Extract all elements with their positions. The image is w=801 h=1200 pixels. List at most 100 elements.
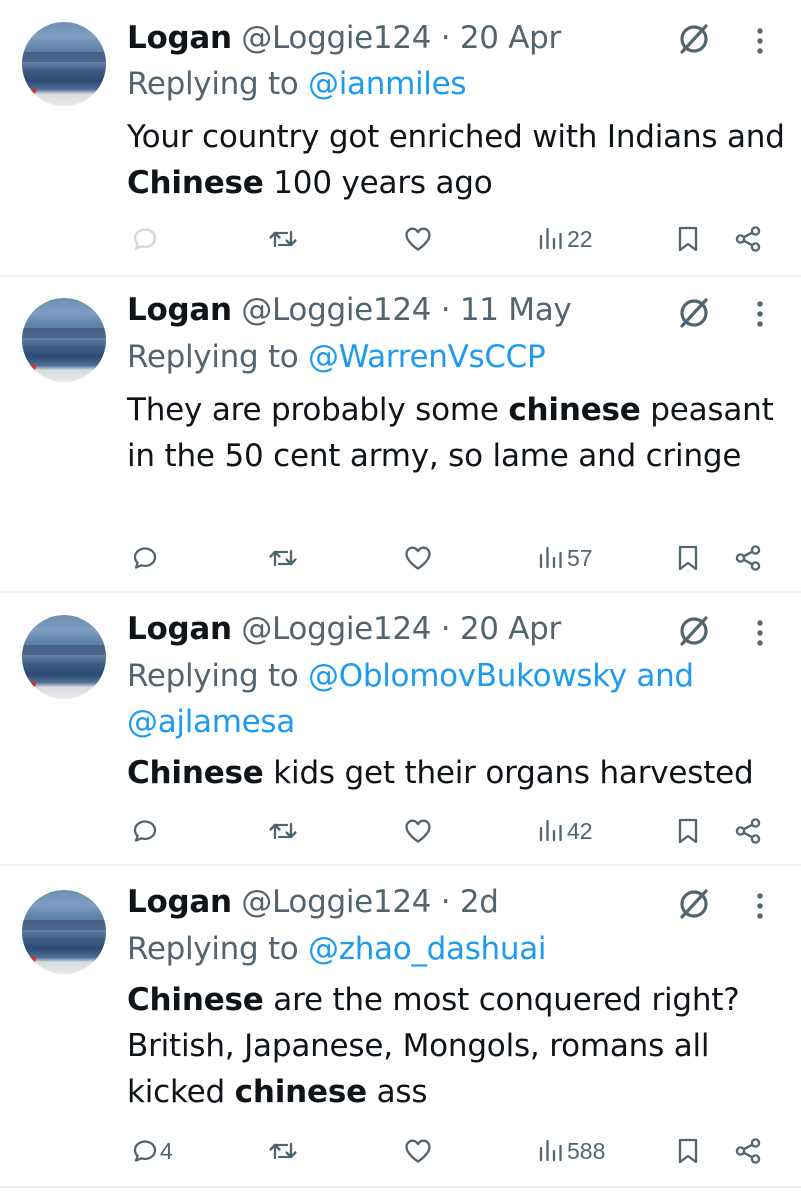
bookmark-button[interactable]: [676, 217, 700, 261]
repost-button[interactable]: [267, 536, 301, 580]
tweet-header: Logan @Loggie124 · 20 Apr: [127, 18, 561, 58]
views-bar-chart-icon: [539, 546, 562, 569]
replying-prefix: Replying to: [127, 339, 309, 375]
display-name[interactable]: Logan: [127, 20, 232, 56]
grok-icon[interactable]: [674, 19, 714, 59]
mention-link[interactable]: @OblomovBukowsky: [308, 658, 627, 694]
views-bar-chart-icon: [539, 1139, 562, 1162]
separator-dot: ·: [431, 20, 460, 56]
reply-button[interactable]: 4: [132, 1129, 173, 1173]
more-options-icon[interactable]: [748, 612, 772, 652]
avatar[interactable]: [22, 22, 106, 106]
tweet-text: They are probably some chinese peasant i…: [127, 387, 777, 479]
heart-icon: [405, 819, 431, 843]
mention-link[interactable]: @WarrenVsCCP: [308, 339, 546, 375]
text-part: They are probably some: [127, 392, 509, 428]
bookmark-button[interactable]: [676, 536, 700, 580]
tweet[interactable]: Logan @Loggie124 · 20 Apr Replying to @O…: [0, 593, 801, 866]
tweet-text: Chinese are the most conquered right? Br…: [127, 977, 787, 1115]
action-bar: 4 588: [0, 1129, 801, 1173]
timestamp[interactable]: 2d: [460, 884, 499, 920]
tweet-header: Logan @Loggie124 · 11 May: [127, 290, 572, 330]
mention-link[interactable]: @ajlamesa: [127, 704, 295, 740]
reply-button[interactable]: [132, 536, 160, 580]
grok-icon[interactable]: [674, 293, 714, 333]
like-button[interactable]: [403, 1129, 435, 1173]
replying-prefix: Replying to: [127, 931, 309, 967]
views-button[interactable]: 22: [537, 217, 593, 261]
bookmark-icon: [678, 226, 698, 252]
tweet-text: Your country got enriched with Indians a…: [127, 114, 787, 206]
more-options-icon[interactable]: [748, 885, 772, 925]
text-part: 100 years ago: [263, 165, 493, 201]
like-button[interactable]: [403, 809, 435, 853]
avatar[interactable]: [22, 890, 106, 974]
handle[interactable]: @Loggie124: [241, 292, 431, 328]
grok-icon[interactable]: [674, 884, 714, 924]
views-count: 22: [567, 225, 593, 252]
heart-icon: [405, 227, 431, 251]
handle[interactable]: @Loggie124: [241, 20, 431, 56]
action-bar: 22: [0, 217, 801, 261]
views-bar-chart-icon: [539, 819, 562, 842]
timestamp[interactable]: 20 Apr: [460, 20, 561, 56]
views-button[interactable]: 588: [537, 1129, 605, 1173]
views-button[interactable]: 57: [537, 536, 593, 580]
display-name[interactable]: Logan: [127, 292, 232, 328]
views-bar-chart-icon: [539, 227, 562, 250]
share-icon: [735, 818, 761, 844]
more-options-icon[interactable]: [748, 20, 772, 60]
reply-button[interactable]: [132, 217, 160, 261]
heart-icon: [405, 1139, 431, 1163]
repost-button[interactable]: [267, 809, 301, 853]
share-button[interactable]: [733, 217, 763, 261]
share-button[interactable]: [733, 809, 763, 853]
views-count: 42: [567, 817, 593, 844]
reply-bubble-icon: [133, 228, 157, 250]
tweet[interactable]: Logan @Loggie124 · 20 Apr Replying to @i…: [0, 0, 801, 277]
heart-icon: [405, 546, 431, 570]
bookmark-button[interactable]: [676, 809, 700, 853]
display-name[interactable]: Logan: [127, 884, 232, 920]
reply-button[interactable]: [132, 809, 160, 853]
repost-icon: [269, 549, 297, 567]
replying-prefix: Replying to: [127, 66, 309, 102]
share-icon: [735, 1138, 761, 1164]
mention-link[interactable]: @zhao_dashuai: [308, 931, 547, 967]
repost-button[interactable]: [267, 217, 301, 261]
share-button[interactable]: [733, 536, 763, 580]
timestamp[interactable]: 20 Apr: [460, 611, 561, 647]
reply-bubble-icon: [133, 1140, 157, 1162]
action-bar: 57: [0, 536, 801, 580]
repost-button[interactable]: [267, 1129, 301, 1173]
bookmark-icon: [678, 818, 698, 844]
like-button[interactable]: [403, 536, 435, 580]
reply-bubble-icon: [133, 547, 157, 569]
display-name[interactable]: Logan: [127, 611, 232, 647]
grok-icon[interactable]: [674, 611, 714, 651]
bookmark-button[interactable]: [676, 1129, 700, 1173]
timestamp[interactable]: 11 May: [460, 292, 572, 328]
like-button[interactable]: [403, 217, 435, 261]
share-button[interactable]: [733, 1129, 763, 1173]
text-part-bold: Chinese: [127, 165, 264, 201]
avatar[interactable]: [22, 298, 106, 382]
action-bar: 42: [0, 809, 801, 853]
reply-bubble-icon: [133, 820, 157, 842]
mention-link[interactable]: @ianmiles: [308, 66, 467, 102]
tweet[interactable]: Logan @Loggie124 · 11 May Replying to @W…: [0, 277, 801, 593]
handle[interactable]: @Loggie124: [241, 884, 431, 920]
views-button[interactable]: 42: [537, 809, 593, 853]
reply-count: 4: [160, 1137, 173, 1164]
replying-to: Replying to @OblomovBukowsky and @ajlame…: [127, 653, 777, 745]
text-part-bold: chinese: [234, 1074, 367, 1110]
bookmark-icon: [678, 545, 698, 571]
views-count: 57: [567, 544, 593, 571]
more-options-icon[interactable]: [748, 293, 772, 333]
handle[interactable]: @Loggie124: [241, 611, 431, 647]
tweet[interactable]: Logan @Loggie124 · 2d Replying to @zhao_…: [0, 866, 801, 1188]
replying-to: Replying to @WarrenVsCCP: [127, 334, 777, 380]
replying-to: Replying to @zhao_dashuai: [127, 926, 777, 972]
avatar[interactable]: [22, 615, 106, 699]
text-part-bold: chinese: [508, 392, 641, 428]
